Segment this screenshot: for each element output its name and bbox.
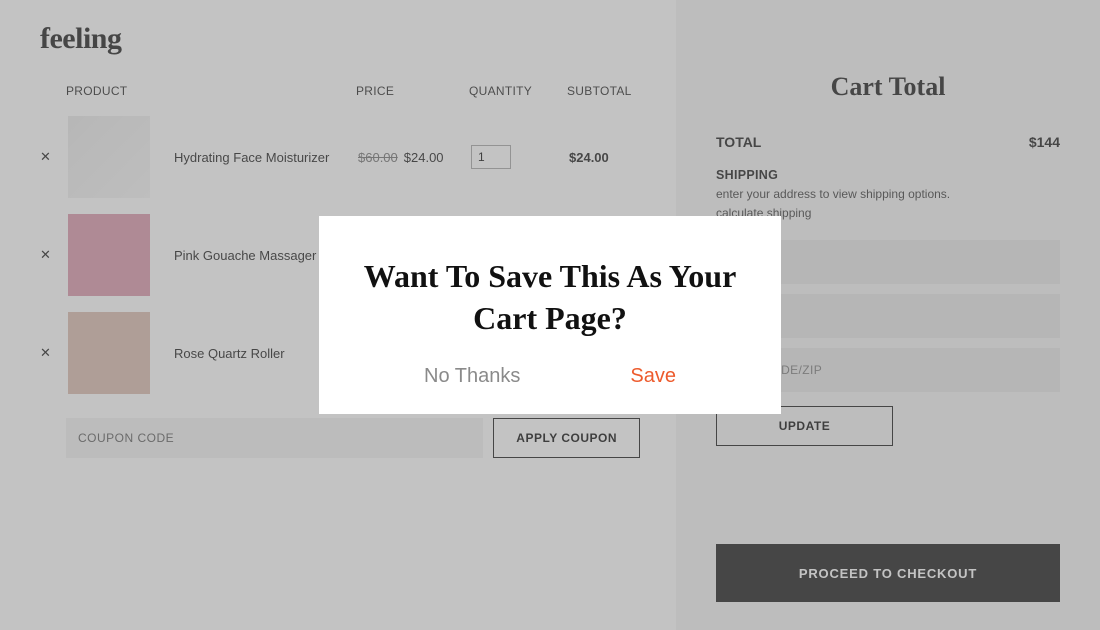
modal-overlay[interactable]: Want To Save This As Your Cart Page? No … bbox=[0, 0, 1100, 630]
save-button[interactable]: Save bbox=[630, 365, 676, 388]
modal-title: Want To Save This As Your Cart Page? bbox=[349, 256, 751, 339]
no-thanks-button[interactable]: No Thanks bbox=[424, 365, 520, 388]
save-cart-modal: Want To Save This As Your Cart Page? No … bbox=[319, 216, 781, 414]
